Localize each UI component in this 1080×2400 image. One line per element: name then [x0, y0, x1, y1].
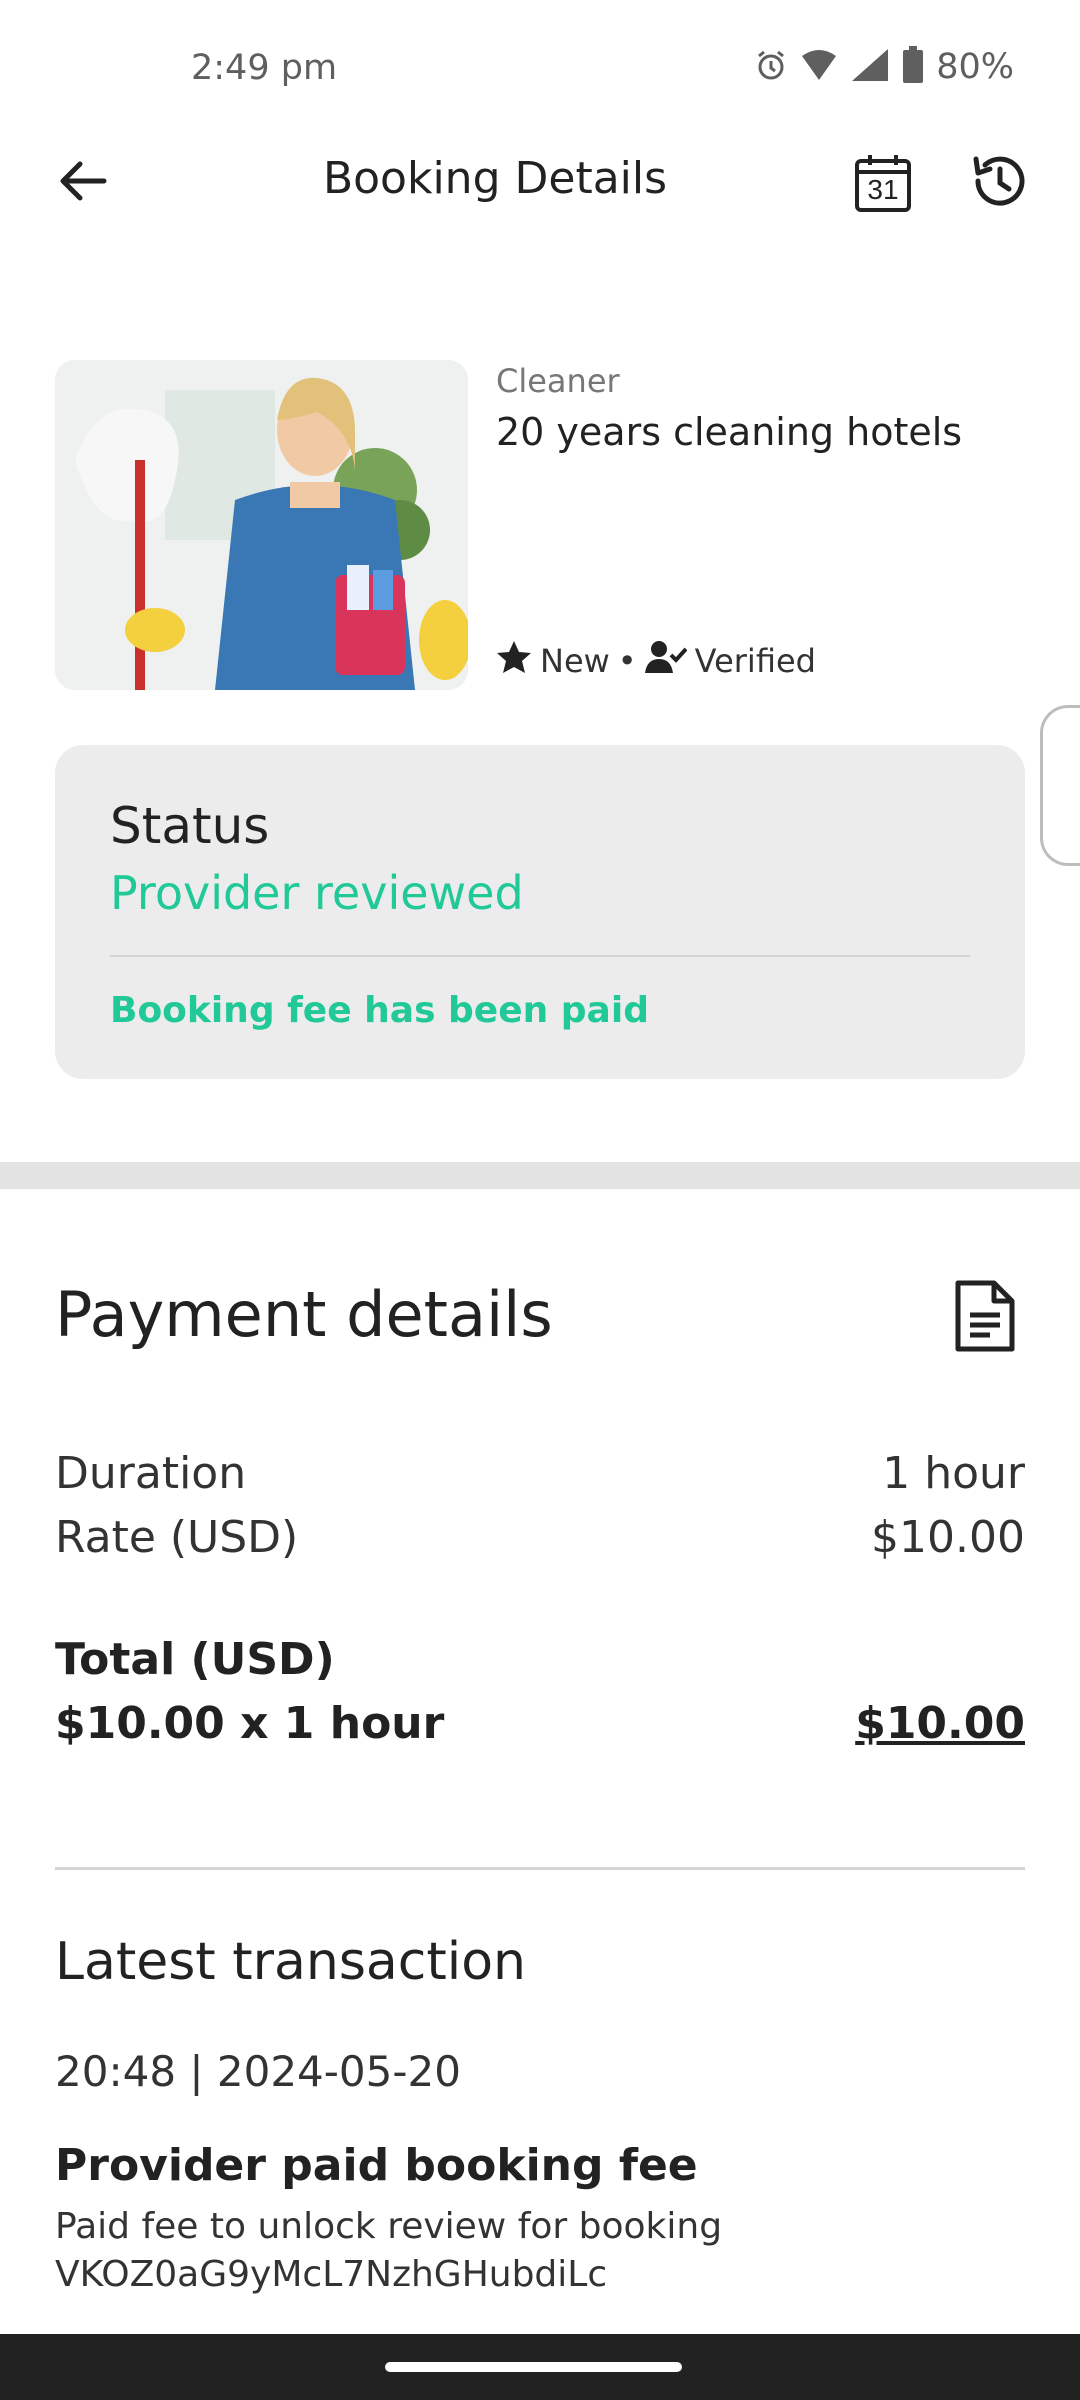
transaction-booking-id: VKOZ0aG9yMcL7NzhGHubdiLc: [55, 2254, 608, 2295]
status-bar-icons: 80%: [754, 46, 1014, 88]
duration-label: Duration: [55, 1448, 247, 1499]
status-title: Status: [110, 797, 270, 855]
duration-value: 1 hour: [882, 1448, 1025, 1499]
status-note: Booking fee has been paid: [110, 990, 649, 1031]
provider-badges: New • Verified: [496, 640, 816, 682]
total-formula: $10.00 x 1 hour: [55, 1698, 445, 1749]
history-icon: [968, 151, 1028, 215]
status-value: Provider reviewed: [110, 866, 524, 920]
total-label: Total (USD): [55, 1634, 335, 1685]
calendar-icon: 31: [854, 153, 912, 213]
status-divider: [110, 955, 970, 957]
document-icon: [954, 1279, 1016, 1357]
payment-details-title: Payment details: [55, 1278, 553, 1351]
transaction-description: Paid fee to unlock review for booking VK…: [55, 2203, 955, 2299]
latest-transaction-title: Latest transaction: [55, 1932, 526, 1992]
history-button[interactable]: [955, 140, 1041, 226]
star-icon: [496, 640, 532, 682]
receipt-button[interactable]: [940, 1268, 1030, 1368]
badge-separator: •: [617, 642, 637, 680]
transaction-description-line1: Paid fee to unlock review for booking: [55, 2206, 723, 2247]
user-check-icon: [644, 640, 688, 682]
section-separator: [0, 1162, 1080, 1189]
badge-new-label: New: [540, 642, 610, 680]
provider-photo[interactable]: [55, 360, 468, 690]
rate-label: Rate (USD): [55, 1512, 299, 1563]
transaction-timestamp: 20:48 | 2024-05-20: [55, 2047, 461, 2096]
badge-verified-label: Verified: [694, 642, 816, 680]
rate-value: $10.00: [871, 1512, 1025, 1563]
transaction-name: Provider paid booking fee: [55, 2140, 698, 2191]
status-bar-time: 2:49 pm: [191, 48, 338, 88]
provider-category: Cleaner: [496, 362, 620, 400]
battery-icon: [902, 46, 924, 88]
wifi-icon: [800, 48, 838, 86]
provider-headline: 20 years cleaning hotels: [496, 410, 963, 454]
total-amount: $10.00: [855, 1698, 1025, 1749]
home-gesture-handle[interactable]: [385, 2362, 682, 2372]
calendar-button[interactable]: 31: [840, 140, 926, 226]
alarm-icon: [754, 48, 788, 86]
calendar-day-number: 31: [867, 174, 899, 205]
side-drawer-handle[interactable]: [1040, 705, 1080, 866]
signal-icon: [850, 47, 890, 87]
battery-percent: 80%: [936, 47, 1014, 87]
payment-divider: [55, 1867, 1025, 1870]
